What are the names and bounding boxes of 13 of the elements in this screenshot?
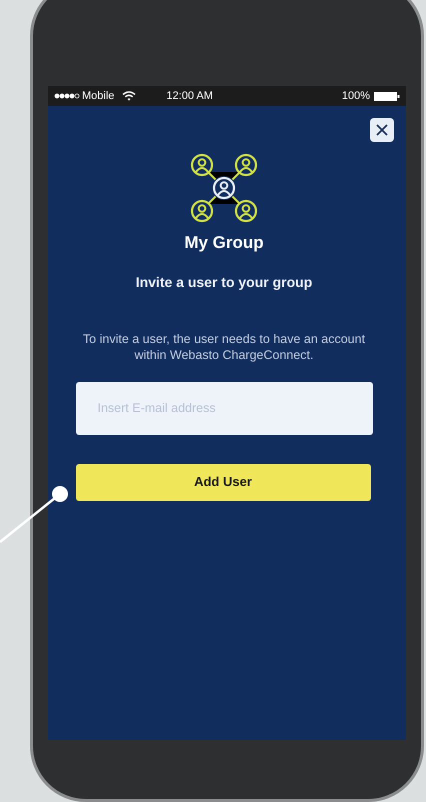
add-user-button[interactable]: Add User [76,464,370,500]
battery-label: 100% [342,88,370,104]
battery-icon [374,92,400,100]
close-icon [376,124,388,136]
email-input-field[interactable]: Insert E-mail address [76,382,372,434]
signal-icon [54,93,80,99]
dialog-title: My Group [184,232,264,254]
clock-label: 12:00 AM [166,88,213,104]
dialog-subtitle: Invite a user to your group [136,272,312,292]
close-button[interactable] [370,118,394,142]
carrier-label: Mobile [82,88,114,104]
wifi-icon [122,91,136,101]
invite-description: To invite a user, the user needs to have an account within Webasto ChargeConnect. [82,330,366,362]
